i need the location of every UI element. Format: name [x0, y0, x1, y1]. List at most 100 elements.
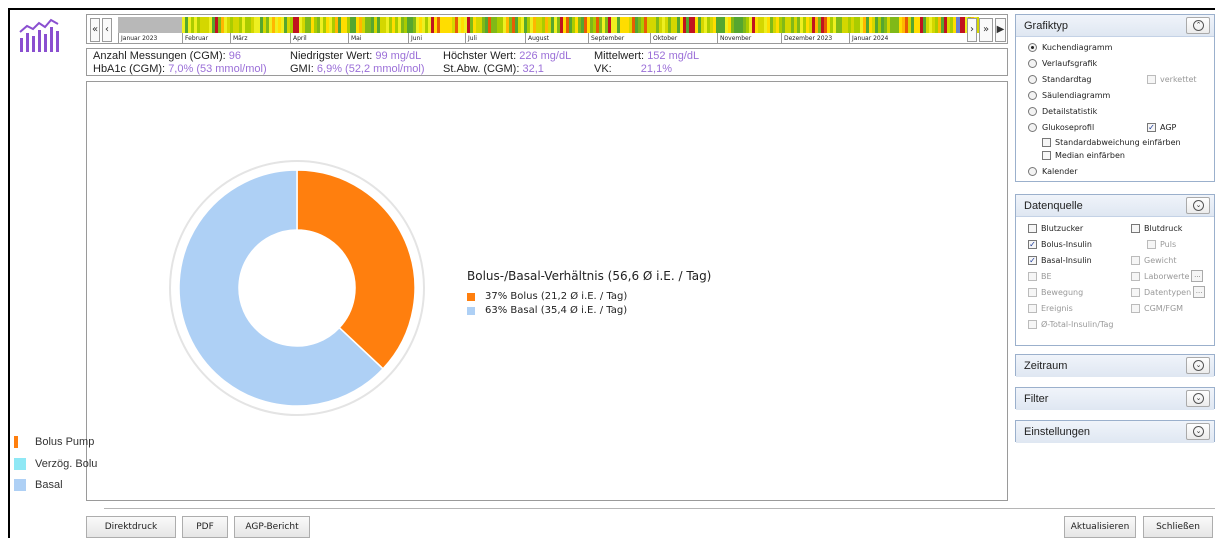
timeline-day-cell	[863, 17, 866, 33]
radio-glukoseprofil[interactable]: Glukoseprofil	[1028, 123, 1094, 132]
pdf-button[interactable]: PDF	[182, 516, 228, 538]
checkbox-blutzucker[interactable]: Blutzucker	[1028, 224, 1083, 233]
timeline-handle[interactable]	[956, 17, 960, 33]
timeline-day-cell	[425, 17, 428, 33]
panel-zeitraum[interactable]: Zeitraum ⌄	[1015, 354, 1215, 377]
timeline-day-cell	[203, 17, 206, 33]
checkbox-be[interactable]: BE	[1028, 272, 1052, 281]
timeline-day-cell	[530, 17, 533, 33]
checkbox-label: Datentypen	[1144, 287, 1192, 297]
timeline-day-cell	[941, 17, 944, 33]
timeline-day-cell	[371, 17, 374, 33]
checkbox-puls[interactable]: Puls	[1147, 240, 1176, 249]
expand-button[interactable]: ⌄	[1186, 197, 1210, 214]
checkbox-laborwerte[interactable]: Laborwerte...	[1131, 270, 1204, 282]
checkbox-label: Bolus-Insulin	[1041, 240, 1092, 249]
timeline-day-cell	[491, 17, 494, 33]
timeline-day-cell	[662, 17, 665, 33]
panel-einstellungen[interactable]: Einstellungen ⌄	[1015, 420, 1215, 443]
agp-report-button[interactable]: AGP-Bericht	[234, 516, 310, 538]
timeline-day-cell	[263, 17, 266, 33]
timeline-data-strip[interactable]	[118, 17, 979, 33]
stat-min: Niedrigster Wert: 99 mg/dL	[290, 50, 422, 62]
timeline-month-labels: Januar 2023 Februar März April Mai Juni Juli Au…	[118, 33, 979, 44]
checkbox-agp[interactable]: ✓ AGP	[1147, 123, 1176, 132]
timeline-day-cell	[590, 17, 593, 33]
timeline-month-label: April	[290, 33, 307, 44]
panel-datenquelle-title: Datenquelle	[1024, 200, 1083, 212]
timeline-last-button[interactable]: »	[979, 18, 993, 42]
timeline-day-cell	[434, 17, 437, 33]
radio-label: Säulendiagramm	[1042, 91, 1111, 100]
timeline-day-cell	[191, 17, 194, 33]
expand-button[interactable]: ⌄	[1186, 357, 1210, 374]
panel-filter[interactable]: Filter ⌄	[1015, 387, 1215, 410]
timeline-play-button[interactable]: ▶	[995, 18, 1006, 42]
checkbox-label: CGM/FGM	[1144, 304, 1184, 313]
timeline-day-cell	[581, 17, 584, 33]
checkbox-indicator	[1131, 287, 1140, 297]
timeline-day-cell	[578, 17, 581, 33]
checkbox-bewegung[interactable]: Bewegung	[1028, 288, 1083, 297]
panel-einstellungen-header[interactable]: Einstellungen ⌄	[1016, 421, 1214, 443]
timeline-day-cell	[344, 17, 347, 33]
expand-button[interactable]: ⌄	[1186, 423, 1210, 440]
timeline-day-cell	[647, 17, 650, 33]
checkbox-blutdruck[interactable]: Blutdruck	[1131, 224, 1182, 233]
panel-filter-header[interactable]: Filter ⌄	[1016, 388, 1214, 410]
timeline-next-button[interactable]: ›	[967, 18, 977, 42]
timeline-day-cell	[911, 17, 914, 33]
series-legend-item[interactable]: Bolus Pump	[14, 436, 94, 448]
checkbox-ereignis[interactable]: Ereignis	[1028, 304, 1073, 313]
radio-kalender[interactable]: Kalender	[1028, 167, 1078, 176]
timeline-day-cell	[842, 17, 845, 33]
radio-verlaufsgrafik[interactable]: Verlaufsgrafik	[1028, 59, 1097, 68]
timeline-day-cell	[560, 17, 563, 33]
series-legend-item[interactable]: Basal	[14, 479, 63, 491]
timeline-day-cell	[680, 17, 683, 33]
timeline-first-button[interactable]: «	[90, 18, 100, 42]
checkbox-gewicht[interactable]: Gewicht	[1131, 256, 1177, 265]
panel-grafiktyp-header[interactable]: Grafiktyp ⌃	[1016, 15, 1214, 37]
timeline-day-cell	[422, 17, 425, 33]
timeline-day-cell	[413, 17, 416, 33]
timeline-day-cell	[917, 17, 920, 33]
radio-saeulendiagramm[interactable]: Säulendiagramm	[1028, 91, 1110, 100]
panel-zeitraum-header[interactable]: Zeitraum ⌄	[1016, 355, 1214, 377]
radio-standardtag[interactable]: Standardtag	[1028, 75, 1092, 84]
checkbox-bolus-insulin[interactable]: ✓ Bolus-Insulin	[1028, 240, 1092, 249]
radio-label: Standardtag	[1042, 75, 1092, 84]
timeline-day-cell	[725, 17, 728, 33]
timeline-day-cell	[407, 17, 410, 33]
checkbox-median-color[interactable]: Median einfärben	[1042, 151, 1125, 160]
checkbox-datentypen[interactable]: Datentypen...	[1131, 286, 1206, 298]
collapse-button[interactable]: ⌃	[1186, 17, 1210, 34]
timeline-prev-button[interactable]: ‹	[102, 18, 112, 42]
direct-print-button[interactable]: Direktdruck	[86, 516, 176, 538]
radio-kuchendiagramm[interactable]: Kuchendiagramm	[1028, 43, 1112, 52]
radio-label: Verlaufsgrafik	[1042, 59, 1098, 68]
refresh-button[interactable]: Aktualisieren	[1064, 516, 1136, 538]
timeline-day-cell	[524, 17, 527, 33]
timeline-day-cell	[398, 17, 401, 33]
timeline-day-cell	[503, 17, 506, 33]
timeline-day-cell	[200, 17, 203, 33]
timeline-day-cell	[587, 17, 590, 33]
series-legend-item[interactable]: Verzög. Bolu	[14, 458, 97, 470]
checkbox-basal-insulin[interactable]: ✓ Basal-Insulin	[1028, 256, 1092, 265]
panel-datenquelle-header[interactable]: Datenquelle ⌄	[1016, 195, 1214, 217]
timeline-navigator[interactable]: « ‹ Januar 2023 Februar März April Mai Juni Ju…	[86, 14, 1008, 44]
datentypen-more-button[interactable]: ...	[1193, 286, 1206, 298]
checkbox-verkettet[interactable]: verkettet	[1147, 75, 1197, 84]
checkbox-total-insulin[interactable]: Ø-Total-Insulin/Tag	[1028, 320, 1113, 329]
timeline-day-cell	[683, 17, 686, 33]
legend-label-basal: 63% Basal (35,4 Ø i.E. / Tag)	[485, 305, 628, 316]
expand-button[interactable]: ⌄	[1186, 390, 1210, 407]
checkbox-sd-color[interactable]: Standardabweichung einfärben	[1042, 138, 1181, 147]
close-button[interactable]: Schließen	[1143, 516, 1213, 538]
laborwerte-more-button[interactable]: ...	[1191, 270, 1204, 282]
timeline-day-cell	[878, 17, 881, 33]
timeline-day-cell	[323, 17, 326, 33]
checkbox-cgm-fgm[interactable]: CGM/FGM	[1131, 304, 1183, 313]
radio-detailstatistik[interactable]: Detailstatistik	[1028, 107, 1097, 116]
